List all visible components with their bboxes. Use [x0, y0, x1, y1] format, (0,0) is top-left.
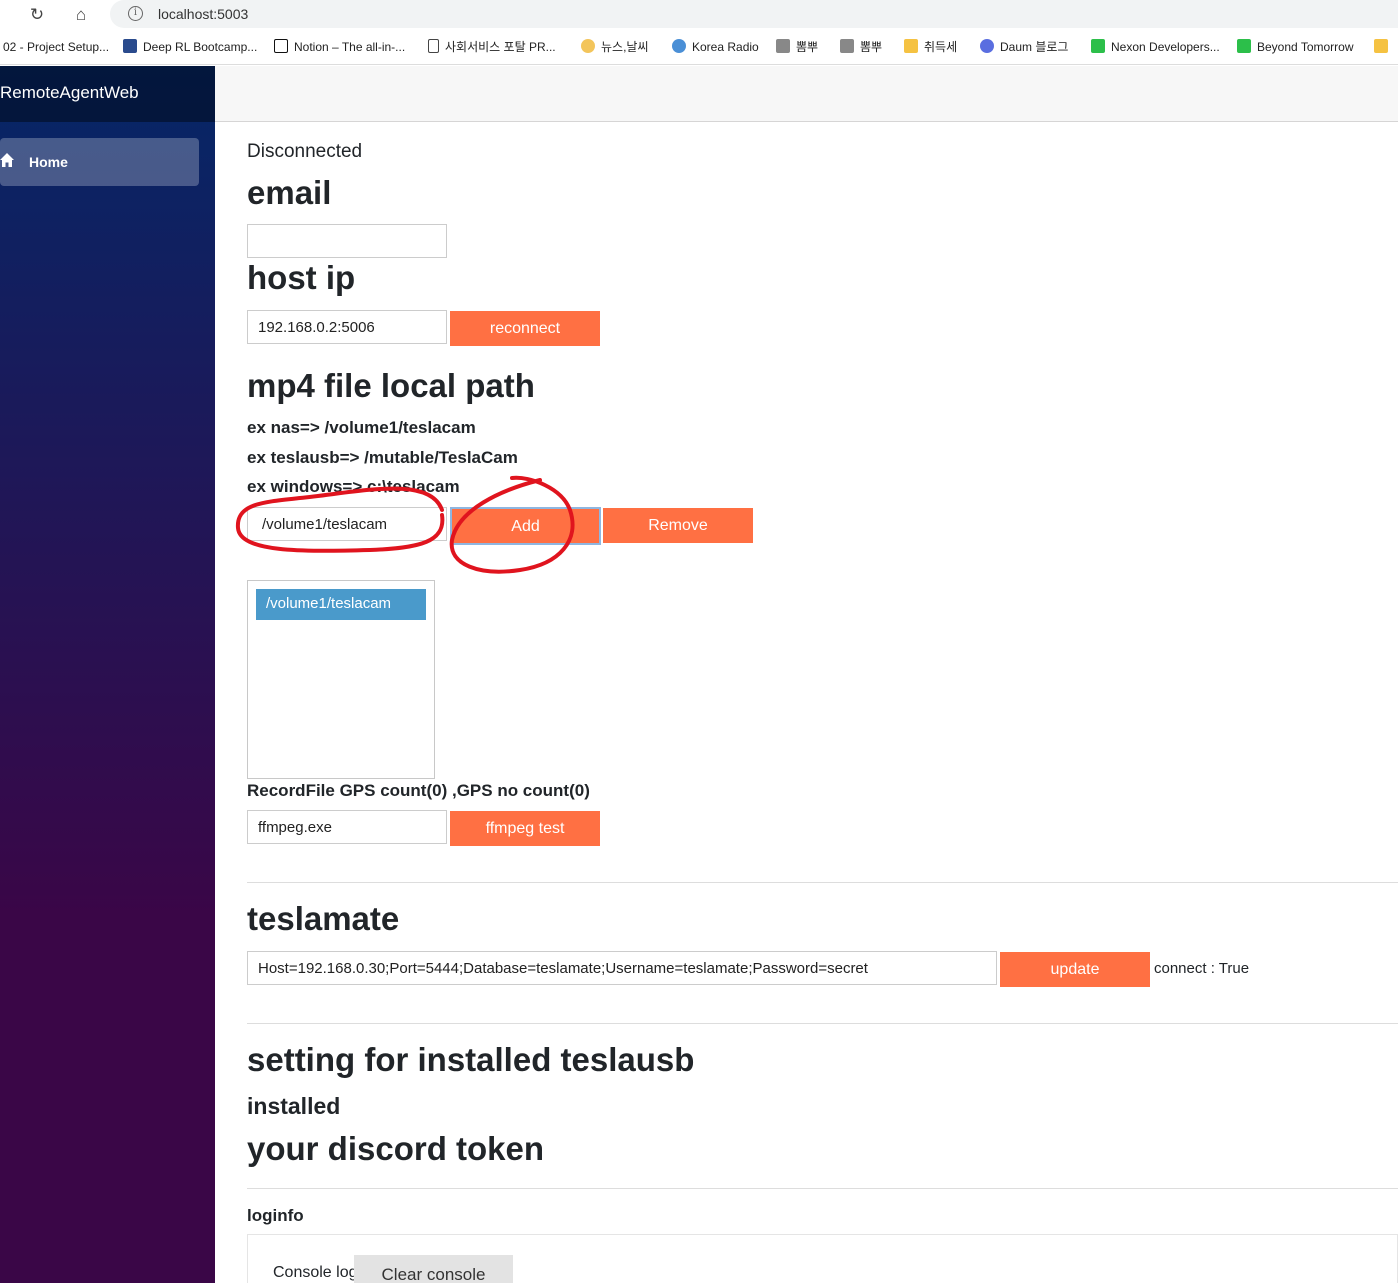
email-input[interactable]	[247, 224, 447, 258]
record-file-info: RecordFile GPS count(0) ,GPS no count(0)	[247, 781, 590, 800]
console-log-label: Console log	[273, 1264, 358, 1281]
loginfo-heading: loginfo	[247, 1206, 304, 1225]
mp4-path-input[interactable]	[247, 507, 447, 541]
home-icon	[0, 153, 14, 167]
address-bar[interactable]: i localhost:5003	[110, 0, 1398, 28]
sidebar-header: RemoteAgentWeb	[0, 66, 215, 122]
radio-icon	[672, 39, 686, 53]
console-panel: Console log Clear console	[247, 1234, 1398, 1283]
host-ip-input[interactable]	[247, 310, 447, 344]
add-path-button[interactable]: Add	[450, 507, 601, 545]
bookmark-folder[interactable]	[1374, 38, 1394, 56]
weather-icon	[581, 39, 595, 53]
email-heading: email	[247, 174, 332, 211]
notion-icon	[274, 39, 288, 53]
divider	[247, 1023, 1398, 1024]
mp4-path-heading: mp4 file local path	[247, 367, 535, 404]
sidebar-item-label: Home	[29, 154, 68, 170]
bookmark-item[interactable]: Nexon Developers...	[1091, 38, 1220, 56]
teslamate-connection-input[interactable]	[247, 951, 997, 985]
host-ip-heading: host ip	[247, 259, 356, 296]
bookmark-item[interactable]: 뽐뿌	[776, 38, 818, 56]
divider	[247, 1188, 1398, 1189]
bookmark-item[interactable]: 02 - Project Setup...	[3, 38, 109, 56]
browser-toolbar: ↻ ⌂ i localhost:5003	[0, 0, 1398, 30]
ffmpeg-path-input[interactable]	[247, 810, 447, 844]
chat-icon	[1091, 39, 1105, 53]
list-item[interactable]: /volume1/teslacam	[256, 589, 426, 620]
reconnect-button[interactable]: reconnect	[450, 311, 600, 346]
bookmark-item[interactable]: Korea Radio	[672, 38, 759, 56]
connection-status: Disconnected	[247, 141, 363, 162]
ffmpeg-test-button[interactable]: ffmpeg test	[450, 811, 600, 846]
bookmarks-bar: 02 - Project Setup... Deep RL Bootcamp..…	[0, 30, 1398, 65]
bookmark-item[interactable]: 뽐뿌	[840, 38, 882, 56]
bookmark-item[interactable]: 취득세	[904, 38, 957, 56]
daum-icon	[980, 39, 994, 53]
clear-console-button[interactable]: Clear console	[354, 1255, 513, 1283]
bookmark-item[interactable]: 사회서비스 포탈 PR...	[428, 38, 556, 56]
sidebar: RemoteAgentWeb Home	[0, 66, 215, 1283]
divider	[247, 882, 1398, 883]
teslausb-status: installed	[247, 1093, 341, 1119]
folder-icon	[1374, 39, 1388, 53]
info-icon[interactable]: i	[128, 6, 143, 21]
example-teslausb: ex teslausb=> /mutable/TeslaCam	[247, 448, 518, 467]
example-windows: ex windows=> c:\teslacam	[247, 477, 460, 496]
site-icon	[840, 39, 854, 53]
home-button-icon[interactable]: ⌂	[70, 4, 92, 26]
bookmark-item[interactable]: Daum 블로그	[980, 38, 1068, 56]
teslausb-heading: setting for installed teslausb	[247, 1041, 695, 1078]
chat-icon	[1237, 39, 1251, 53]
bookmark-item[interactable]: Beyond Tomorrow	[1237, 38, 1354, 56]
update-button[interactable]: update	[1000, 952, 1150, 987]
site-icon	[123, 39, 137, 53]
bookmark-item[interactable]: Deep RL Bootcamp...	[123, 38, 257, 56]
teslamate-heading: teslamate	[247, 900, 400, 937]
folder-icon	[904, 39, 918, 53]
path-listbox[interactable]: /volume1/teslacam	[247, 580, 435, 779]
main-content: Disconnected email host ip reconnect mp4…	[215, 66, 1398, 1283]
sidebar-item-home[interactable]: Home	[0, 138, 199, 186]
site-icon	[776, 39, 790, 53]
bookmark-item[interactable]: 뉴스,날씨	[581, 38, 649, 56]
reload-icon[interactable]: ↻	[26, 4, 48, 26]
top-row	[215, 66, 1398, 122]
page-icon	[428, 39, 439, 53]
teslamate-connect-status: connect : True	[1154, 960, 1250, 977]
discord-token-heading: your discord token	[247, 1130, 545, 1167]
remove-path-button[interactable]: Remove	[603, 508, 753, 543]
brand-title[interactable]: RemoteAgentWeb	[0, 83, 139, 103]
url-text: localhost:5003	[158, 6, 249, 22]
bookmark-item[interactable]: Notion – The all-in-...	[274, 38, 405, 56]
example-nas: ex nas=> /volume1/teslacam	[247, 418, 476, 437]
